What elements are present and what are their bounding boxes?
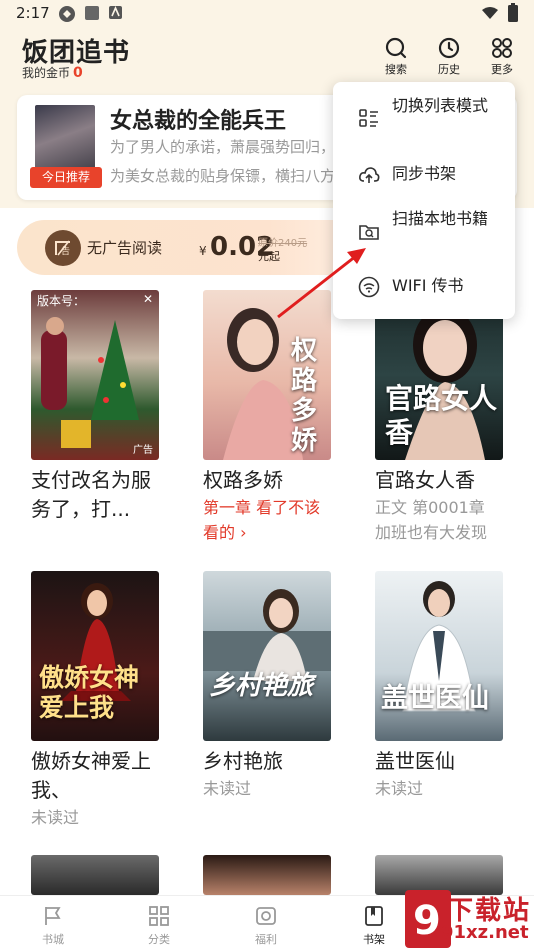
menu-item-wifi-transfer[interactable]: WIFI 传书	[333, 272, 515, 302]
book-title: 傲娇女神爱上我、	[31, 749, 151, 802]
cover-title-text: 傲娇女神爱上我	[39, 663, 140, 722]
currency-symbol: ¥	[199, 244, 207, 258]
cover-title-text: 乡村艳旅	[209, 671, 314, 701]
menu-label: WIFI 传书	[392, 276, 464, 295]
book-cover: 盖世医仙	[375, 571, 503, 741]
watermark-url: 91xz.net	[441, 922, 529, 943]
book-progress: 未读过	[375, 779, 424, 798]
status-bar: 2:17	[0, 0, 534, 28]
svg-text:告: 告	[61, 245, 70, 257]
book-cover: 傲娇女神爱上我	[31, 571, 159, 741]
history-icon	[438, 37, 460, 59]
category-icon	[149, 906, 169, 926]
price-unit: 元起	[258, 250, 280, 263]
book-item-ad[interactable]: 版本号： ✕ 广告 支付改名为服务了，打...	[31, 290, 191, 524]
bookshelf-icon	[365, 906, 383, 926]
book-cover-partial[interactable]	[375, 855, 503, 895]
cover-title-text: 权路多娇	[291, 336, 318, 456]
ad-close-icon[interactable]: ✕	[143, 292, 153, 306]
book-progress: 第一章 看了不该看的 ›	[203, 498, 321, 542]
ad-version-badge: 版本号：	[37, 294, 86, 308]
book-cover: 版本号： ✕ 广告	[31, 290, 159, 460]
status-time: 2:17	[16, 4, 50, 22]
coins-balance[interactable]: 我的金币 0	[22, 64, 83, 81]
book-item[interactable]: 盖世医仙 盖世医仙 未读过	[375, 571, 534, 801]
menu-item-list-mode[interactable]: 切换列表模式	[333, 92, 515, 150]
featured-description: 为了男人的承诺，萧晨强势回归，成为美女总裁的贴身保镖，横扫八方	[110, 138, 350, 185]
ad-free-reading-banner[interactable]: 告 无广告阅读 ¥ 0.02 原价240元 元起	[17, 220, 377, 275]
nav-bookstore[interactable]: 书城	[23, 904, 83, 947]
app-header: 饭团追书 我的金币 0 搜索 历史 更多	[0, 28, 534, 88]
history-label: 历史	[438, 63, 460, 76]
folder-search-icon	[359, 225, 379, 240]
original-price: 原价240元	[258, 238, 308, 249]
menu-label: 扫描本地书籍	[392, 209, 489, 228]
featured-title: 女总裁的全能兵王	[110, 109, 287, 134]
more-button[interactable]: 更多	[482, 36, 522, 77]
today-recommend-tag: 今日推荐	[30, 167, 102, 188]
coins-label: 我的金币	[22, 66, 71, 80]
book-progress: 未读过	[31, 808, 80, 827]
nav-category[interactable]: 分类	[129, 904, 189, 947]
nav-welfare[interactable]: 福利	[236, 904, 296, 947]
more-icon	[492, 38, 512, 58]
search-label: 搜索	[385, 63, 407, 76]
nav-label: 书城	[42, 933, 64, 946]
more-label: 更多	[491, 63, 513, 76]
more-options-menu: 切换列表模式 同步书架 扫描本地书籍 WIFI 传书	[333, 82, 515, 319]
book-item[interactable]: 傲娇女神爱上我 傲娇女神爱上我、 未读过	[31, 571, 191, 830]
menu-item-sync-shelf[interactable]: 同步书架	[333, 160, 515, 190]
ad-label: 广告	[133, 445, 153, 456]
book-title: 支付改名为服务了，打...	[31, 468, 151, 521]
nav-label: 分类	[148, 933, 170, 946]
book-cover-partial[interactable]	[31, 855, 159, 895]
cover-title-text: 盖世医仙	[381, 683, 489, 714]
nav-bookshelf[interactable]: 书架	[344, 904, 404, 947]
battery-icon	[508, 3, 518, 22]
site-watermark: 9 下载站 91xz.net	[405, 890, 534, 950]
book-item[interactable]: 乡村艳旅 乡村艳旅 未读过	[203, 571, 363, 801]
book-title: 乡村艳旅	[203, 749, 283, 773]
search-icon	[385, 37, 407, 59]
welfare-icon	[256, 907, 276, 925]
nav-label: 福利	[255, 933, 277, 946]
menu-label: 同步书架	[392, 164, 457, 183]
nav-label: 书架	[363, 933, 385, 946]
wifi-signal-icon	[482, 7, 498, 19]
ad-free-label: 无广告阅读	[87, 239, 163, 257]
coins-value: 0	[73, 65, 83, 81]
menu-label: 切换列表模式	[392, 96, 489, 115]
list-mode-icon	[359, 109, 378, 127]
cloud-sync-icon	[359, 167, 380, 183]
book-cover: 乡村艳旅	[203, 571, 331, 741]
bookstore-icon	[45, 907, 61, 925]
book-progress: 正文 第0001章 加班也有大发现	[375, 498, 488, 542]
book-title: 盖世医仙	[375, 749, 455, 773]
book-cover-partial[interactable]	[203, 855, 331, 895]
app-notification-icon	[85, 6, 99, 20]
cover-title-text: 官路女人香	[385, 382, 498, 449]
history-button[interactable]: 历史	[429, 36, 469, 77]
no-ad-icon: 告	[45, 230, 81, 266]
book-title: 权路多娇	[203, 468, 283, 492]
search-button[interactable]: 搜索	[376, 36, 416, 77]
book-progress: 未读过	[203, 779, 252, 798]
menu-item-scan-local[interactable]: 扫描本地书籍	[333, 205, 515, 263]
wifi-icon	[358, 276, 380, 298]
book-cover: 权路多娇	[203, 290, 331, 460]
svg-text:9: 9	[413, 898, 441, 944]
book-title: 官路女人香	[375, 468, 475, 492]
app-notification-icon	[109, 6, 122, 19]
book-item[interactable]: 权路多娇 权路多娇 第一章 看了不该看的 ›	[203, 290, 363, 545]
book-item[interactable]: 官路女人香 官路女人香 正文 第0001章 加班也有大发现	[375, 290, 534, 545]
app-notification-icon	[59, 6, 75, 22]
